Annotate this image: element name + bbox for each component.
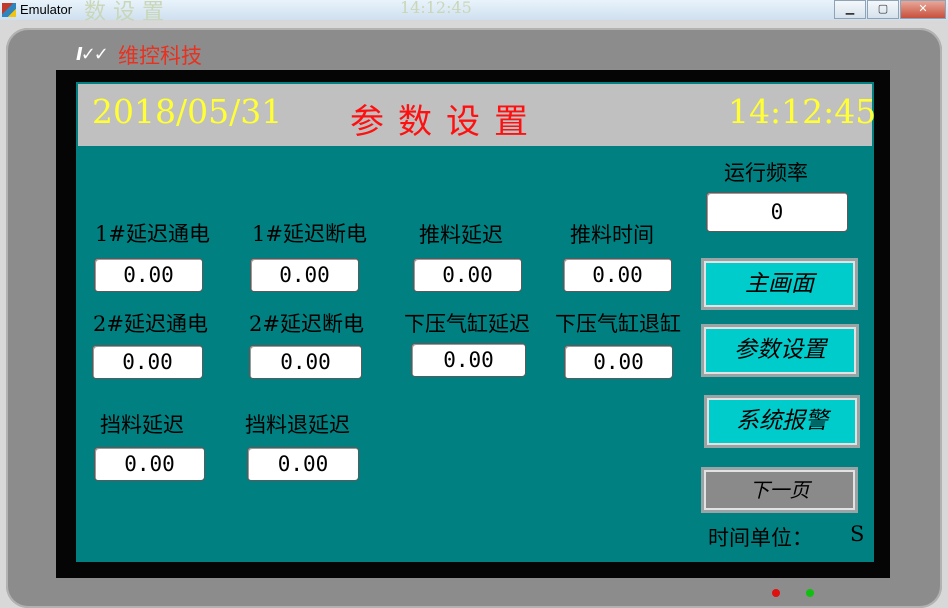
param-field-2-off-delay[interactable]: 0.00 — [249, 345, 362, 379]
ghost-time: 14:12:45 — [400, 0, 472, 17]
window-controls: ▁ ▢ ✕ — [834, 0, 946, 19]
param-label: 2#延迟通电 — [93, 312, 208, 336]
time-unit-label: 时间单位： — [708, 526, 813, 550]
param-label: 挡料延迟 — [100, 413, 184, 437]
param-field-2-power-delay[interactable]: 0.00 — [92, 345, 203, 379]
param-field-push-delay[interactable]: 0.00 — [413, 258, 522, 292]
ghost-title: 数 设 置 — [84, 0, 164, 25]
window-title: Emulator — [20, 2, 73, 17]
param-field-1-off-delay[interactable]: 0.00 — [250, 258, 359, 292]
param-label: 下压气缸延迟 — [404, 312, 530, 336]
param-field-cylinder-delay[interactable]: 0.00 — [411, 343, 526, 377]
param-settings-button[interactable]: 参数设置 — [701, 324, 859, 377]
system-alarm-button[interactable]: 系统报警 — [704, 395, 860, 448]
param-label: 下压气缸退缸 — [555, 312, 681, 336]
next-page-button[interactable]: 下一页 — [701, 467, 858, 513]
param-label: 推料时间 — [570, 223, 654, 247]
time-unit-value: S — [850, 522, 865, 546]
run-freq-field[interactable]: 0 — [706, 192, 848, 232]
param-field-1-power-delay[interactable]: 0.00 — [94, 258, 203, 292]
run-led-icon — [806, 589, 814, 597]
current-date: 2018/05/31 — [92, 92, 283, 131]
close-icon[interactable]: ✕ — [900, 0, 946, 19]
param-label: 1#延迟断电 — [252, 222, 367, 246]
brand-logo-icon: I✓✓ — [76, 44, 109, 65]
param-label: 2#延迟断电 — [249, 312, 364, 336]
minimize-icon[interactable]: ▁ — [834, 0, 866, 19]
window-titlebar[interactable]: Emulator 数 设 置 14:12:45 ▁ ▢ ✕ — [0, 0, 948, 25]
current-time: 14:12:45 — [728, 92, 877, 131]
param-label: 推料延迟 — [419, 223, 503, 247]
param-field-stop-delay[interactable]: 0.00 — [94, 447, 205, 481]
param-label: 1#延迟通电 — [95, 222, 210, 246]
page-title: 参数设置 — [350, 102, 542, 142]
power-led-icon — [772, 589, 780, 597]
param-field-cylinder-retract[interactable]: 0.00 — [564, 345, 673, 379]
main-screen-button[interactable]: 主画面 — [701, 258, 858, 310]
app-icon — [2, 3, 16, 17]
maximize-icon[interactable]: ▢ — [867, 0, 899, 19]
param-field-stop-retract-delay[interactable]: 0.00 — [247, 447, 359, 481]
param-field-push-time[interactable]: 0.00 — [563, 258, 672, 292]
param-label: 挡料退延迟 — [245, 413, 350, 437]
brand-name: 维控科技 — [118, 44, 202, 68]
run-freq-label: 运行频率 — [724, 161, 808, 185]
